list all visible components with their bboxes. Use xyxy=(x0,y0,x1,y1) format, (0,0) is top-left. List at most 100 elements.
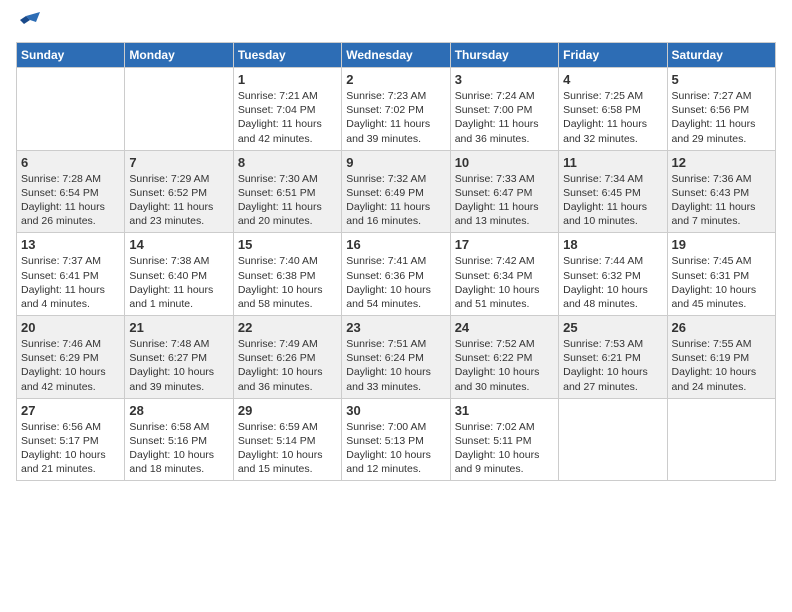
day-number: 18 xyxy=(563,237,662,252)
day-info: Sunrise: 7:30 AMSunset: 6:51 PMDaylight:… xyxy=(238,172,337,229)
calendar-cell: 12Sunrise: 7:36 AMSunset: 6:43 PMDayligh… xyxy=(667,150,775,233)
day-number: 20 xyxy=(21,320,120,335)
calendar-table: SundayMondayTuesdayWednesdayThursdayFrid… xyxy=(16,42,776,481)
calendar-week-row: 20 Sunrise: 7:46 AMSunset: 6:29 PMDayligh… xyxy=(17,316,776,399)
calendar-cell: 24 Sunrise: 7:52 AMSunset: 6:22 PMDayligh… xyxy=(450,316,558,399)
day-number: 10 xyxy=(455,155,554,170)
day-info: Sunrise: 7:38 AMSunset: 6:40 PMDaylight:… xyxy=(129,254,228,311)
day-number: 27 xyxy=(21,403,120,418)
calendar-cell xyxy=(17,68,125,151)
day-number: 8 xyxy=(238,155,337,170)
day-number: 28 xyxy=(129,403,228,418)
day-number: 4 xyxy=(563,72,662,87)
day-info: Sunrise: 7:52 AMSunset: 6:22 PMDaylight:… xyxy=(455,337,554,394)
calendar-cell: 29 Sunrise: 6:59 AMSunset: 5:14 PMDayligh… xyxy=(233,398,341,481)
day-info: Sunrise: 7:32 AMSunset: 6:49 PMDaylight:… xyxy=(346,172,445,229)
day-info: Sunrise: 6:59 AMSunset: 5:14 PMDaylight:… xyxy=(238,420,337,477)
day-info: Sunrise: 7:37 AMSunset: 6:41 PMDaylight:… xyxy=(21,254,120,311)
calendar-cell xyxy=(125,68,233,151)
day-number: 3 xyxy=(455,72,554,87)
day-info: Sunrise: 7:46 AMSunset: 6:29 PMDaylight:… xyxy=(21,337,120,394)
day-number: 25 xyxy=(563,320,662,335)
day-number: 15 xyxy=(238,237,337,252)
day-info: Sunrise: 7:44 AMSunset: 6:32 PMDaylight:… xyxy=(563,254,662,311)
calendar-cell: 27 Sunrise: 6:56 AMSunset: 5:17 PMDayligh… xyxy=(17,398,125,481)
day-number: 22 xyxy=(238,320,337,335)
calendar-cell: 23 Sunrise: 7:51 AMSunset: 6:24 PMDayligh… xyxy=(342,316,450,399)
day-info: Sunrise: 6:58 AMSunset: 5:16 PMDaylight:… xyxy=(129,420,228,477)
calendar-day-header: Saturday xyxy=(667,43,775,68)
day-number: 5 xyxy=(672,72,771,87)
calendar-cell: 20 Sunrise: 7:46 AMSunset: 6:29 PMDayligh… xyxy=(17,316,125,399)
calendar-cell xyxy=(667,398,775,481)
day-number: 6 xyxy=(21,155,120,170)
calendar-cell: 2 Sunrise: 7:23 AMSunset: 7:02 PMDaylight… xyxy=(342,68,450,151)
calendar-week-row: 13Sunrise: 7:37 AMSunset: 6:41 PMDayligh… xyxy=(17,233,776,316)
day-number: 14 xyxy=(129,237,228,252)
calendar-day-header: Wednesday xyxy=(342,43,450,68)
day-number: 21 xyxy=(129,320,228,335)
day-info: Sunrise: 6:56 AMSunset: 5:17 PMDaylight:… xyxy=(21,420,120,477)
page-header xyxy=(16,16,776,30)
calendar-week-row: 6 Sunrise: 7:28 AMSunset: 6:54 PMDaylight… xyxy=(17,150,776,233)
calendar-cell: 15 Sunrise: 7:40 AMSunset: 6:38 PMDayligh… xyxy=(233,233,341,316)
day-number: 19 xyxy=(672,237,771,252)
day-info: Sunrise: 7:55 AMSunset: 6:19 PMDaylight:… xyxy=(672,337,771,394)
calendar-day-header: Thursday xyxy=(450,43,558,68)
day-number: 24 xyxy=(455,320,554,335)
calendar-week-row: 27 Sunrise: 6:56 AMSunset: 5:17 PMDayligh… xyxy=(17,398,776,481)
calendar-cell: 13Sunrise: 7:37 AMSunset: 6:41 PMDayligh… xyxy=(17,233,125,316)
calendar-cell: 26 Sunrise: 7:55 AMSunset: 6:19 PMDayligh… xyxy=(667,316,775,399)
day-number: 9 xyxy=(346,155,445,170)
calendar-cell: 4 Sunrise: 7:25 AMSunset: 6:58 PMDaylight… xyxy=(559,68,667,151)
day-number: 17 xyxy=(455,237,554,252)
calendar-cell: 8 Sunrise: 7:30 AMSunset: 6:51 PMDaylight… xyxy=(233,150,341,233)
day-number: 1 xyxy=(238,72,337,87)
day-info: Sunrise: 7:34 AMSunset: 6:45 PMDaylight:… xyxy=(563,172,662,229)
calendar-cell: 17Sunrise: 7:42 AMSunset: 6:34 PMDayligh… xyxy=(450,233,558,316)
calendar-cell: 28 Sunrise: 6:58 AMSunset: 5:16 PMDayligh… xyxy=(125,398,233,481)
calendar-cell: 25Sunrise: 7:53 AMSunset: 6:21 PMDayligh… xyxy=(559,316,667,399)
calendar-day-header: Sunday xyxy=(17,43,125,68)
calendar-cell: 22Sunrise: 7:49 AMSunset: 6:26 PMDayligh… xyxy=(233,316,341,399)
day-number: 11 xyxy=(563,155,662,170)
calendar-cell: 5 Sunrise: 7:27 AMSunset: 6:56 PMDaylight… xyxy=(667,68,775,151)
day-info: Sunrise: 7:51 AMSunset: 6:24 PMDaylight:… xyxy=(346,337,445,394)
day-info: Sunrise: 7:48 AMSunset: 6:27 PMDaylight:… xyxy=(129,337,228,394)
calendar-cell: 30Sunrise: 7:00 AMSunset: 5:13 PMDayligh… xyxy=(342,398,450,481)
calendar-cell: 6 Sunrise: 7:28 AMSunset: 6:54 PMDaylight… xyxy=(17,150,125,233)
day-info: Sunrise: 7:29 AMSunset: 6:52 PMDaylight:… xyxy=(129,172,228,229)
calendar-cell: 9 Sunrise: 7:32 AMSunset: 6:49 PMDaylight… xyxy=(342,150,450,233)
calendar-week-row: 1Sunrise: 7:21 AMSunset: 7:04 PMDaylight… xyxy=(17,68,776,151)
day-number: 16 xyxy=(346,237,445,252)
day-info: Sunrise: 7:27 AMSunset: 6:56 PMDaylight:… xyxy=(672,89,771,146)
calendar-cell: 21 Sunrise: 7:48 AMSunset: 6:27 PMDayligh… xyxy=(125,316,233,399)
day-info: Sunrise: 7:33 AMSunset: 6:47 PMDaylight:… xyxy=(455,172,554,229)
calendar-day-header: Friday xyxy=(559,43,667,68)
day-number: 7 xyxy=(129,155,228,170)
day-number: 26 xyxy=(672,320,771,335)
calendar-day-header: Monday xyxy=(125,43,233,68)
calendar-cell: 1Sunrise: 7:21 AMSunset: 7:04 PMDaylight… xyxy=(233,68,341,151)
day-info: Sunrise: 7:40 AMSunset: 6:38 PMDaylight:… xyxy=(238,254,337,311)
day-number: 2 xyxy=(346,72,445,87)
calendar-cell: 19 Sunrise: 7:45 AMSunset: 6:31 PMDayligh… xyxy=(667,233,775,316)
day-info: Sunrise: 7:00 AMSunset: 5:13 PMDaylight:… xyxy=(346,420,445,477)
day-info: Sunrise: 7:24 AMSunset: 7:00 PMDaylight:… xyxy=(455,89,554,146)
calendar-cell: 3 Sunrise: 7:24 AMSunset: 7:00 PMDaylight… xyxy=(450,68,558,151)
day-info: Sunrise: 7:25 AMSunset: 6:58 PMDaylight:… xyxy=(563,89,662,146)
logo xyxy=(16,16,40,30)
day-info: Sunrise: 7:02 AMSunset: 5:11 PMDaylight:… xyxy=(455,420,554,477)
day-info: Sunrise: 7:23 AMSunset: 7:02 PMDaylight:… xyxy=(346,89,445,146)
calendar-cell xyxy=(559,398,667,481)
day-info: Sunrise: 7:36 AMSunset: 6:43 PMDaylight:… xyxy=(672,172,771,229)
calendar-header-row: SundayMondayTuesdayWednesdayThursdayFrid… xyxy=(17,43,776,68)
calendar-day-header: Tuesday xyxy=(233,43,341,68)
calendar-cell: 10 Sunrise: 7:33 AMSunset: 6:47 PMDayligh… xyxy=(450,150,558,233)
logo-bird-icon xyxy=(18,12,40,34)
day-info: Sunrise: 7:28 AMSunset: 6:54 PMDaylight:… xyxy=(21,172,120,229)
calendar-cell: 31Sunrise: 7:02 AMSunset: 5:11 PMDayligh… xyxy=(450,398,558,481)
day-info: Sunrise: 7:45 AMSunset: 6:31 PMDaylight:… xyxy=(672,254,771,311)
day-number: 29 xyxy=(238,403,337,418)
day-number: 23 xyxy=(346,320,445,335)
